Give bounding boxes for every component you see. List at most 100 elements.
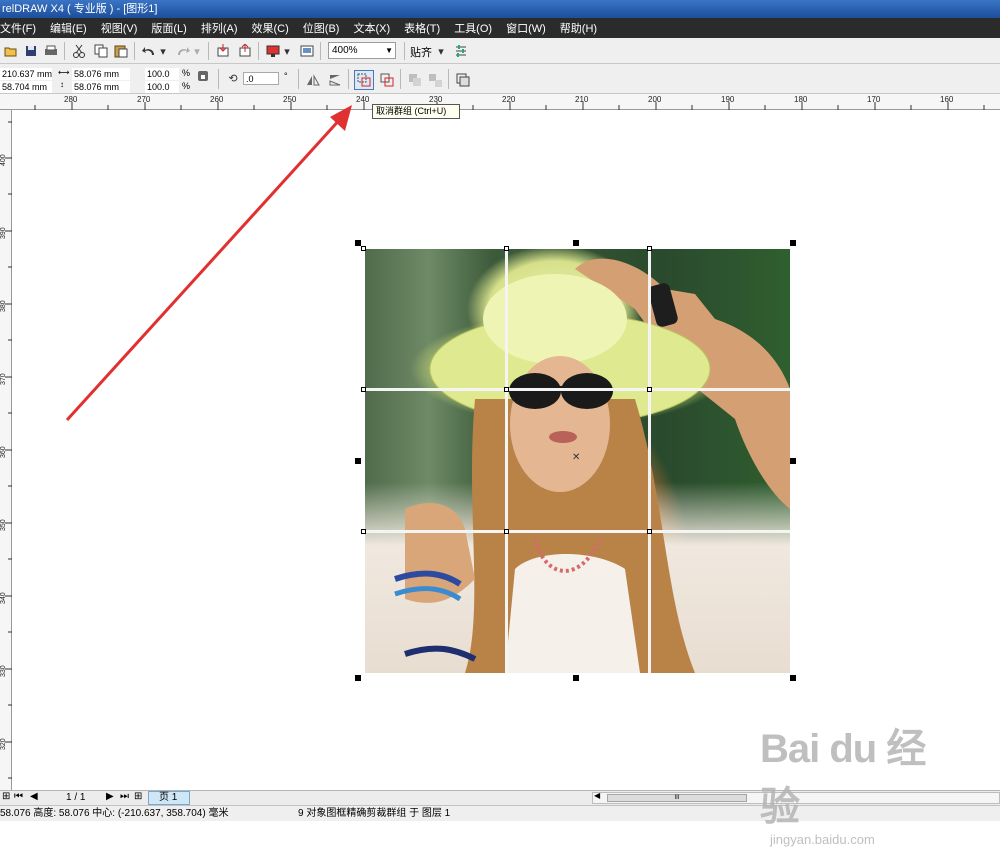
options-icon[interactable] bbox=[452, 42, 470, 60]
cell-node bbox=[647, 246, 652, 251]
scroll-grip: III bbox=[674, 795, 680, 801]
scale-height-field[interactable]: 100.0 bbox=[145, 81, 179, 93]
grid-divider-horizontal bbox=[365, 388, 790, 391]
ungroup-button[interactable] bbox=[354, 70, 374, 90]
cell-node bbox=[361, 246, 366, 251]
percent-label: % bbox=[182, 68, 191, 78]
menu-tools[interactable]: 工具(O) bbox=[450, 20, 492, 36]
cell-node bbox=[647, 529, 652, 534]
standard-toolbar: ▾ ▾ ▾ 400% ▼ 贴齐 ▾ bbox=[0, 38, 1000, 64]
height-field[interactable]: 58.076 mm bbox=[72, 81, 130, 93]
combine-icon[interactable] bbox=[406, 71, 424, 89]
ruler-label: 380 bbox=[0, 300, 7, 312]
status-object-info: 9 对象图框精确剪裁群组 于 图层 1 bbox=[298, 808, 451, 819]
zoom-level-value: 400% bbox=[332, 45, 358, 56]
ruler-label: 330 bbox=[0, 665, 7, 677]
vertical-ruler[interactable]: 400 390 380 370 360 350 340 330 320 bbox=[0, 110, 12, 790]
window-title: relDRAW X4 ( 专业版 ) - [图形1] bbox=[0, 0, 1000, 18]
copy-icon[interactable] bbox=[92, 42, 110, 60]
cut-icon[interactable] bbox=[70, 42, 88, 60]
ruler-label: 210 bbox=[575, 95, 589, 104]
to-front-icon[interactable] bbox=[454, 71, 472, 89]
selection-handle[interactable] bbox=[790, 675, 796, 681]
menu-bar: 文件(F) 编辑(E) 视图(V) 版面(L) 排列(A) 效果(C) 位图(B… bbox=[0, 18, 1000, 38]
selection-handle[interactable] bbox=[355, 458, 361, 464]
ruler-label: 360 bbox=[0, 446, 7, 458]
ruler-label: 180 bbox=[794, 95, 808, 104]
rotation-angle-field[interactable]: .0 bbox=[243, 72, 279, 85]
menu-table[interactable]: 表格(T) bbox=[400, 20, 440, 36]
snap-dropdown-icon[interactable]: ▾ bbox=[436, 42, 446, 60]
width-field[interactable]: 58.076 mm bbox=[72, 68, 130, 80]
grid-divider-horizontal bbox=[365, 530, 790, 533]
undo-icon[interactable] bbox=[140, 42, 158, 60]
prev-page-icon[interactable]: ◀ bbox=[30, 791, 38, 802]
break-apart-icon[interactable] bbox=[426, 71, 444, 89]
print-icon[interactable] bbox=[42, 42, 60, 60]
paste-icon[interactable] bbox=[112, 42, 130, 60]
status-dimensions: 58.076 高度: 58.076 中心: (-210.637, 358.704… bbox=[0, 808, 229, 819]
chevron-down-icon: ▼ bbox=[385, 46, 393, 55]
ruler-label: 400 bbox=[0, 154, 7, 166]
insert-page-after-icon[interactable]: ⊞ bbox=[134, 791, 142, 802]
grid-divider-vertical bbox=[648, 249, 651, 673]
menu-arrange[interactable]: 排列(A) bbox=[197, 20, 238, 36]
selection-handle[interactable] bbox=[790, 240, 796, 246]
import-icon[interactable] bbox=[214, 42, 232, 60]
annotation-arrow-icon bbox=[65, 105, 352, 422]
selection-handle[interactable] bbox=[573, 240, 579, 246]
redo-icon[interactable] bbox=[174, 42, 192, 60]
position-x-field[interactable]: 210.637 mm bbox=[0, 68, 52, 80]
first-page-icon[interactable]: ⏮ bbox=[14, 791, 23, 802]
height-icon: ↕ bbox=[60, 80, 64, 89]
menu-edit[interactable]: 编辑(E) bbox=[46, 20, 87, 36]
selection-handle[interactable] bbox=[790, 458, 796, 464]
selection-handle[interactable] bbox=[573, 675, 579, 681]
cell-node bbox=[504, 246, 509, 251]
mirror-vertical-icon[interactable] bbox=[326, 71, 344, 89]
grid-divider-vertical bbox=[505, 249, 508, 673]
scroll-left-icon[interactable]: ◀ bbox=[594, 791, 600, 800]
ruler-label: 170 bbox=[867, 95, 881, 104]
rotate-icon[interactable]: ⟲ bbox=[226, 71, 240, 85]
menu-view[interactable]: 视图(V) bbox=[97, 20, 138, 36]
ungroup-all-icon[interactable] bbox=[378, 71, 396, 89]
degree-label: ° bbox=[284, 71, 288, 81]
scale-width-field[interactable]: 100.0 bbox=[145, 68, 179, 80]
undo-dropdown-icon[interactable]: ▾ bbox=[158, 42, 168, 60]
export-icon[interactable] bbox=[236, 42, 254, 60]
ruler-label: 200 bbox=[648, 95, 662, 104]
save-icon[interactable] bbox=[22, 42, 40, 60]
menu-window[interactable]: 窗口(W) bbox=[502, 20, 546, 36]
ruler-label: 320 bbox=[0, 738, 7, 750]
ruler-label: 370 bbox=[0, 373, 7, 385]
ruler-label: 190 bbox=[721, 95, 735, 104]
menu-effects[interactable]: 效果(C) bbox=[248, 20, 289, 36]
open-icon[interactable] bbox=[2, 42, 20, 60]
last-page-icon[interactable]: ⏭ bbox=[120, 791, 129, 802]
application-launcher-icon[interactable] bbox=[264, 42, 282, 60]
menu-layout[interactable]: 版面(L) bbox=[147, 20, 186, 36]
menu-bitmaps[interactable]: 位图(B) bbox=[299, 20, 340, 36]
snap-to-button[interactable]: 贴齐 bbox=[410, 44, 432, 60]
menu-help[interactable]: 帮助(H) bbox=[556, 20, 597, 36]
percent-label: % bbox=[182, 81, 191, 91]
ruler-label: 390 bbox=[0, 227, 7, 239]
next-page-icon[interactable]: ▶ bbox=[106, 791, 114, 802]
mirror-horizontal-icon[interactable] bbox=[304, 71, 322, 89]
menu-text[interactable]: 文本(X) bbox=[349, 20, 390, 36]
selection-handle[interactable] bbox=[355, 675, 361, 681]
cell-node bbox=[504, 387, 509, 392]
position-y-field[interactable]: 58.704 mm bbox=[0, 81, 52, 93]
scroll-thumb[interactable]: III bbox=[607, 794, 747, 802]
page-tab-1[interactable]: 页 1 bbox=[148, 791, 190, 805]
insert-page-icon[interactable]: ⊞ bbox=[2, 791, 10, 802]
launcher-dropdown-icon[interactable]: ▾ bbox=[282, 42, 292, 60]
redo-dropdown-icon[interactable]: ▾ bbox=[192, 42, 202, 60]
ruler-label: 160 bbox=[940, 95, 954, 104]
width-icon: ⟷ bbox=[58, 68, 70, 77]
welcome-screen-icon[interactable] bbox=[298, 42, 316, 60]
lock-ratio-icon[interactable] bbox=[196, 69, 210, 83]
menu-file[interactable]: 文件(F) bbox=[0, 20, 36, 36]
zoom-level-select[interactable]: 400% ▼ bbox=[328, 42, 396, 59]
